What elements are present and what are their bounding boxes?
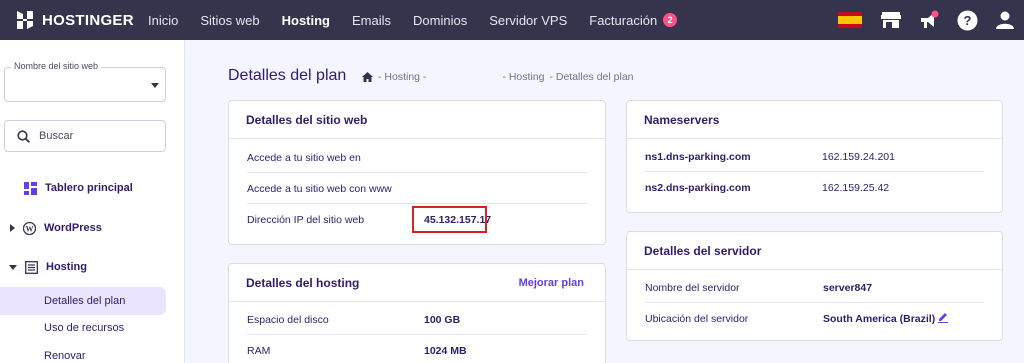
home-icon[interactable] <box>362 72 373 82</box>
sidebar-item-label: Hosting <box>46 261 87 273</box>
megaphone-icon[interactable] <box>918 9 940 31</box>
help-icon[interactable]: ? <box>956 9 978 31</box>
nameserver-ip: 162.159.24.201 <box>822 151 895 163</box>
card-title: Detalles del servidor <box>627 232 1002 270</box>
server-details-card: Detalles del servidor Nombre del servido… <box>626 231 1003 341</box>
hostinger-logo[interactable]: HOSTINGER <box>15 10 140 30</box>
row-label: Ubicación del servidor <box>645 313 749 325</box>
search-input[interactable]: Buscar <box>4 120 166 152</box>
website-select[interactable]: Nombre del sitio web <box>4 61 166 102</box>
server-name-value: server847 <box>823 282 873 294</box>
row-label: Espacio del disco <box>247 314 329 326</box>
hostinger-logo-icon <box>15 10 35 30</box>
top-navigation-bar: HOSTINGER Inicio Sitios web Hosting Emai… <box>0 0 1024 40</box>
ip-highlight-box <box>412 206 487 233</box>
breadcrumb-item: - Detalles del plan <box>549 71 634 83</box>
hosting-details-card: Detalles del hosting Mejorar plan Espaci… <box>228 263 606 363</box>
breadcrumb-item[interactable]: - Hosting <box>502 71 544 83</box>
chevron-right-icon <box>10 224 15 232</box>
account-icon[interactable] <box>994 9 1016 31</box>
search-placeholder: Buscar <box>39 130 74 142</box>
sidebar: Nombre del sitio web Buscar Tablero prin… <box>0 40 185 363</box>
row-label: Accede a tu sitio web con www <box>247 183 392 195</box>
chevron-down-icon <box>151 83 159 88</box>
nameserver-name: ns1.dns-parking.com <box>645 151 751 163</box>
nameserver-ip: 162.159.25.42 <box>822 182 890 194</box>
nav-hosting[interactable]: Hosting <box>282 13 330 28</box>
spain-flag-icon[interactable] <box>838 12 862 28</box>
sidebar-item-wordpress[interactable]: W WordPress <box>0 214 185 242</box>
breadcrumb: - Hosting - - Hosting - Detalles del pla… <box>362 71 634 83</box>
nav-dominios[interactable]: Dominios <box>413 13 467 28</box>
sidebar-subitem-detalles-del-plan[interactable]: Detalles del plan <box>0 287 166 315</box>
table-row: Accede a tu sitio web en <box>247 142 587 173</box>
sidebar-item-hosting[interactable]: Hosting <box>0 253 185 281</box>
dashboard-icon <box>24 181 37 195</box>
brand-name: HOSTINGER <box>42 11 134 29</box>
svg-text:W: W <box>26 224 34 233</box>
table-row: ns1.dns-parking.com 162.159.24.201 <box>645 141 984 172</box>
nameserver-name: ns2.dns-parking.com <box>645 182 751 194</box>
nav-facturacion-label: Facturación <box>589 12 658 28</box>
upgrade-plan-link[interactable]: Mejorar plan <box>519 277 584 289</box>
table-row: ns2.dns-parking.com 162.159.25.42 <box>645 172 984 203</box>
nav-inicio[interactable]: Inicio <box>148 13 178 28</box>
row-label: Dirección IP del sitio web <box>247 214 365 226</box>
table-row: RAM 1024 MB <box>247 335 587 363</box>
table-row: Espacio del disco 100 GB <box>247 304 587 335</box>
table-row: Ubicación del servidor South America (Br… <box>645 303 984 334</box>
row-label: RAM <box>247 345 271 357</box>
sidebar-item-label: Tablero principal <box>45 182 133 194</box>
row-label: Accede a tu sitio web en <box>247 152 361 164</box>
card-title: Nameservers <box>627 101 1002 139</box>
hosting-icon <box>25 260 38 274</box>
website-select-label: Nombre del sitio web <box>11 61 102 71</box>
store-icon[interactable] <box>880 9 902 31</box>
wordpress-icon: W <box>23 221 36 235</box>
card-header: Detalles del hosting Mejorar plan <box>229 264 605 302</box>
edit-icon[interactable] <box>937 311 949 323</box>
table-row: Accede a tu sitio web con www <box>247 173 587 204</box>
sidebar-subitem-uso-de-recursos[interactable]: Uso de recursos <box>0 314 166 342</box>
svg-text:?: ? <box>963 13 971 28</box>
nav-facturacion[interactable]: Facturación 2 <box>589 12 678 28</box>
breadcrumb-item[interactable]: - Hosting - <box>378 71 426 83</box>
nav-servidor-vps[interactable]: Servidor VPS <box>489 13 567 28</box>
row-label: Nombre del servidor <box>645 282 740 294</box>
row-value: 100 GB <box>424 314 461 326</box>
sidebar-item-tablero-principal[interactable]: Tablero principal <box>0 174 185 202</box>
nameservers-card: Nameservers ns1.dns-parking.com 162.159.… <box>626 100 1003 213</box>
search-icon <box>17 129 30 143</box>
server-location-value: South America (Brazil) <box>823 313 936 325</box>
sidebar-item-label: WordPress <box>44 222 102 234</box>
card-title: Detalles del sitio web <box>229 101 605 139</box>
nav-emails[interactable]: Emails <box>352 13 391 28</box>
row-value: 1024 MB <box>424 345 467 357</box>
page-title: Detalles del plan <box>228 67 347 84</box>
sidebar-subitem-renovar[interactable]: Renovar <box>0 342 166 363</box>
table-row: Nombre del servidor server847 <box>645 272 984 303</box>
card-title: Detalles del hosting <box>246 275 360 290</box>
billing-badge: 2 <box>663 13 678 27</box>
chevron-down-icon <box>9 264 17 270</box>
nav-sitios-web[interactable]: Sitios web <box>200 13 259 28</box>
